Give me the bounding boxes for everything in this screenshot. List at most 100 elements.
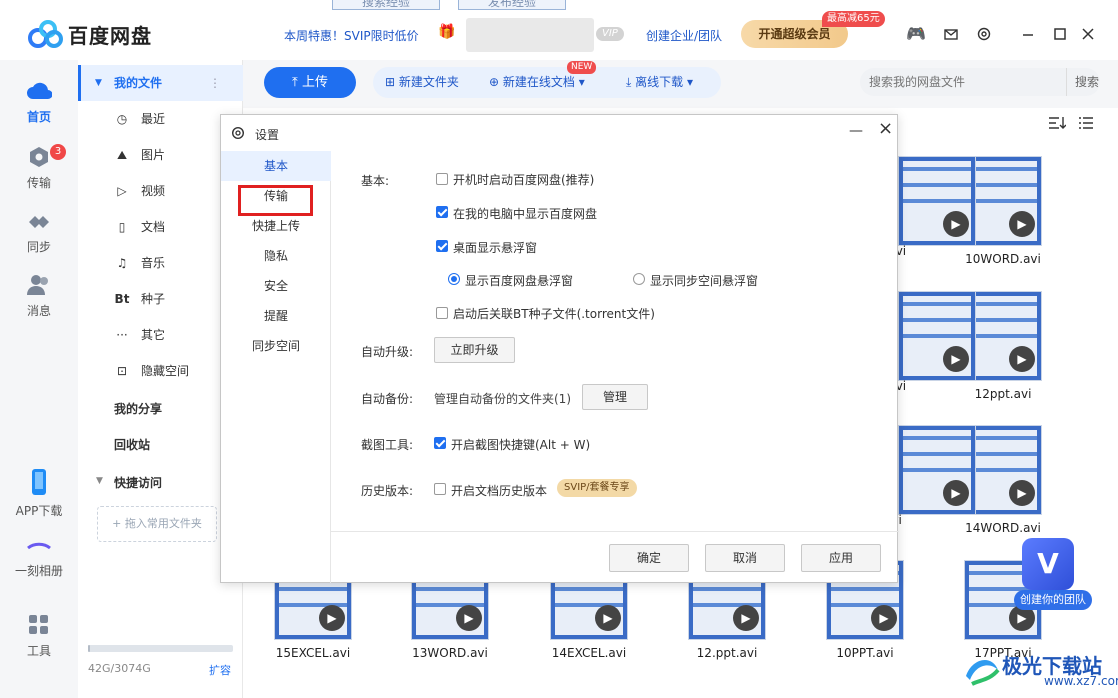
- screenshot-shortcut-checkbox[interactable]: [434, 437, 446, 449]
- play-icon[interactable]: ▶: [1009, 211, 1035, 237]
- close-icon[interactable]: [1080, 26, 1096, 42]
- album-icon: [26, 538, 52, 556]
- sidebar-my-files[interactable]: ▼ 我的文件 ⋮: [78, 65, 243, 101]
- file-name[interactable]: 14WORD.avi: [953, 521, 1053, 535]
- file-thumbnail[interactable]: ▶: [898, 291, 976, 381]
- dialog-minimize-icon[interactable]: —: [849, 123, 863, 139]
- file-name[interactable]: 10PPT.avi: [815, 646, 915, 660]
- sort-icon[interactable]: [1048, 116, 1066, 130]
- file-name[interactable]: 14EXCEL.avi: [539, 646, 639, 660]
- promo-link[interactable]: 本周特惠！SVIP限时低价: [284, 27, 419, 44]
- rail-sync[interactable]: 同步: [0, 210, 78, 255]
- file-thumbnail[interactable]: ▶: [898, 156, 976, 246]
- tab-search-experience[interactable]: 搜索经验: [332, 0, 440, 10]
- sidebar-item-0[interactable]: ◷ 最近: [78, 101, 243, 137]
- settings-icon[interactable]: [976, 26, 992, 42]
- manage-backup-button[interactable]: 管理: [582, 384, 648, 410]
- play-icon[interactable]: ▶: [943, 211, 969, 237]
- sidebar-item-2[interactable]: ▷ 视频: [78, 173, 243, 209]
- search-input[interactable]: [860, 68, 1100, 96]
- file-name[interactable]: 13WORD.avi: [400, 646, 500, 660]
- mail-icon[interactable]: [943, 26, 959, 42]
- float-window-checkbox[interactable]: [436, 240, 448, 252]
- game-icon[interactable]: 🎮: [906, 26, 926, 42]
- sidebar-item-label: 图片: [141, 148, 166, 162]
- caret-down-icon: ▼: [96, 476, 103, 486]
- file-name[interactable]: 12.ppt.avi: [677, 646, 777, 660]
- tab-publish-experience[interactable]: 发布经验: [458, 0, 566, 10]
- rail-transfer[interactable]: 传输: [0, 146, 78, 191]
- offline-download-button[interactable]: ⤓ 离线下载 ▾: [626, 67, 693, 98]
- rail-tools[interactable]: 工具: [0, 614, 78, 659]
- play-icon[interactable]: ▶: [943, 346, 969, 372]
- sidebar-quick-access[interactable]: 快捷访问: [114, 474, 162, 491]
- gift-icon[interactable]: 🎁: [438, 24, 455, 40]
- thumbnail-line: [416, 587, 484, 591]
- search-button[interactable]: 搜索: [1066, 68, 1099, 96]
- sidebar-item-7[interactable]: ⊡ 隐藏空间: [78, 353, 243, 389]
- play-icon[interactable]: ▶: [871, 605, 897, 631]
- play-icon[interactable]: ▶: [733, 605, 759, 631]
- play-icon[interactable]: ▶: [319, 605, 345, 631]
- netdisk-float-radio[interactable]: [448, 273, 460, 285]
- play-icon[interactable]: ▶: [456, 605, 482, 631]
- upgrade-now-button[interactable]: 立即升级: [434, 337, 515, 363]
- sidebar-item-6[interactable]: ··· 其它: [78, 317, 243, 353]
- file-name[interactable]: 10WORD.avi: [953, 252, 1053, 266]
- username-blurred[interactable]: [466, 18, 594, 52]
- minimize-icon[interactable]: [1020, 26, 1036, 42]
- more-vertical-icon[interactable]: ⋮: [209, 65, 221, 101]
- settings-nav-item-6[interactable]: 同步空间: [221, 331, 331, 361]
- grid-icon: [26, 614, 52, 636]
- file-sidebar: ▼ 我的文件 ⋮ ◷ 最近 ⛰ 图片 ▷ 视频 ▯ 文档 ♫ 音乐 Bt 种子 ··· 其它 ⊡ 隐藏空间 我…: [78, 60, 243, 698]
- settings-dialog: 设置 — × 基本 传输 快捷上传 隐私 安全 提醒 同步空间 基本: 开机时启动百度网盘(…: [220, 114, 899, 583]
- sidebar-item-5[interactable]: Bt 种子: [78, 281, 243, 317]
- play-icon[interactable]: ▶: [943, 480, 969, 506]
- thumbnail-line: [903, 436, 971, 440]
- thumbnail-line: [969, 318, 1037, 322]
- sidebar-item-3[interactable]: ▯ 文档: [78, 209, 243, 245]
- show-in-pc-checkbox[interactable]: [436, 206, 448, 218]
- play-icon[interactable]: ▶: [1009, 346, 1035, 372]
- new-online-doc-label: 新建在线文档: [502, 75, 575, 89]
- sync-float-radio[interactable]: [633, 273, 645, 285]
- maximize-icon[interactable]: [1052, 26, 1068, 42]
- left-rail: 首页 传输 同步 消息 APP下载 一刻相册 工具: [0, 60, 78, 698]
- storage-quota-fill: [88, 645, 91, 652]
- cancel-button[interactable]: 取消: [705, 544, 785, 572]
- sidebar-item-4[interactable]: ♫ 音乐: [78, 245, 243, 281]
- drag-folder-dropzone[interactable]: + 拖入常用文件夹: [97, 506, 217, 542]
- upload-button[interactable]: ⤒ 上传: [264, 67, 356, 98]
- create-team-label[interactable]: 创建你的团队: [1014, 590, 1092, 610]
- create-team-float-icon[interactable]: V: [1022, 538, 1074, 590]
- rail-app-download[interactable]: APP下载: [0, 468, 78, 519]
- rail-home[interactable]: 首页: [0, 80, 78, 125]
- sidebar-recycle-bin[interactable]: 回收站: [114, 436, 150, 453]
- ok-button[interactable]: 确定: [609, 544, 689, 572]
- new-folder-button[interactable]: ⊞ 新建文件夹: [385, 67, 459, 98]
- thumbnail-line: [903, 167, 971, 171]
- settings-nav-item-5[interactable]: 提醒: [221, 301, 331, 331]
- sidebar-my-share[interactable]: 我的分享: [114, 400, 162, 417]
- bt-associate-checkbox[interactable]: [436, 307, 448, 319]
- expand-storage-link[interactable]: 扩容: [209, 662, 231, 678]
- autostart-checkbox[interactable]: [436, 173, 448, 185]
- settings-nav-item-3[interactable]: 隐私: [221, 241, 331, 271]
- autostart-label: 开机时启动百度网盘(推荐): [453, 173, 595, 187]
- dialog-close-icon[interactable]: ×: [878, 118, 893, 139]
- create-enterprise-link[interactable]: 创建企业/团队: [646, 27, 722, 44]
- play-icon[interactable]: ▶: [595, 605, 621, 631]
- sidebar-item-1[interactable]: ⛰ 图片: [78, 137, 243, 173]
- history-version-checkbox[interactable]: [434, 483, 446, 495]
- settings-nav-item-4[interactable]: 安全: [221, 271, 331, 301]
- gear-icon: [231, 126, 245, 140]
- play-icon[interactable]: ▶: [1009, 480, 1035, 506]
- rail-message[interactable]: 消息: [0, 274, 78, 319]
- file-name[interactable]: 12ppt.avi: [953, 387, 1053, 401]
- rail-album[interactable]: 一刻相册: [0, 538, 78, 579]
- file-name[interactable]: 15EXCEL.avi: [263, 646, 363, 660]
- apply-button[interactable]: 应用: [801, 544, 881, 572]
- list-view-icon[interactable]: [1078, 116, 1094, 130]
- file-thumbnail[interactable]: ▶: [898, 425, 976, 515]
- settings-nav-item-0[interactable]: 基本: [221, 151, 331, 181]
